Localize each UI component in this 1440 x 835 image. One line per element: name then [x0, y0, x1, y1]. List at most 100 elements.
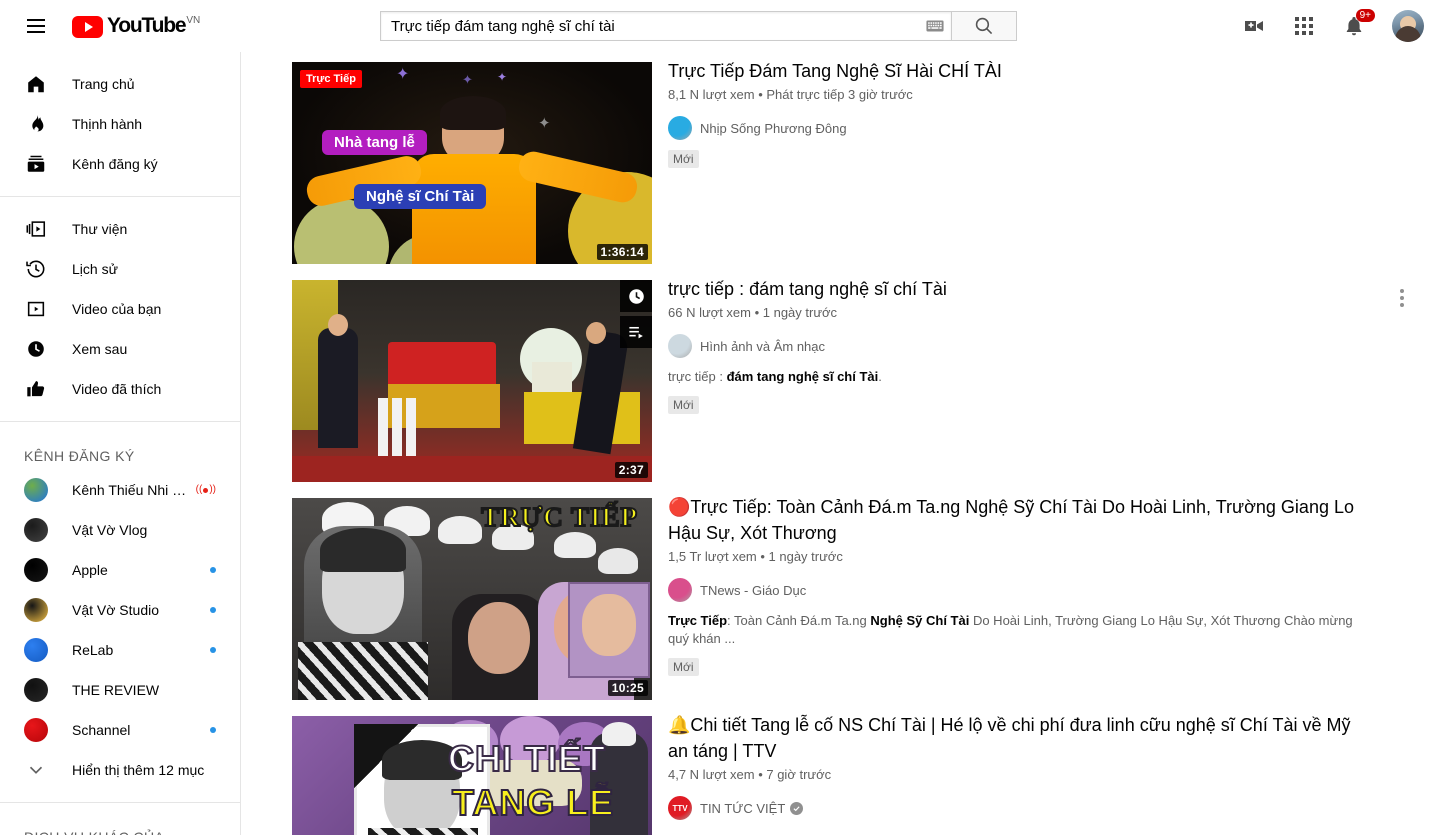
- watch-later-icon: [24, 337, 48, 361]
- notifications-bell-icon[interactable]: 9+: [1342, 9, 1375, 38]
- sidebar-other-section: DỊCH VỤ KHÁC CỦA YOUTUBE: [0, 803, 240, 835]
- video-thumbnail[interactable]: ✦ ✦ ✦ ✦ Trực Tiếp Nhà tang lễ Nghệ sĩ Chí …: [292, 62, 652, 264]
- channel-avatar[interactable]: [668, 334, 692, 358]
- sidebar-subscriptions-section: KÊNH ĐĂNG KÝ Kênh Thiếu Nhi - B... (()) Vậ…: [0, 422, 240, 803]
- sidebar-item-xem-sau[interactable]: Xem sau: [0, 329, 240, 369]
- sidebar-item-label: Trang chủ: [72, 76, 135, 92]
- more-actions-kebab-icon[interactable]: [1390, 286, 1414, 310]
- show-more-label: Hiển thị thêm 12 mục: [72, 762, 205, 778]
- hamburger-menu-icon[interactable]: [16, 6, 56, 46]
- channel-avatar: [24, 638, 48, 662]
- subscription-label: Kênh Thiếu Nhi - B...: [72, 482, 190, 498]
- search-result-item: 2:37 trực tiếp : đám tang nghệ sĩ chí Tài…: [292, 279, 1432, 482]
- search-input[interactable]: [391, 17, 925, 35]
- sidebar-item-l-ch-s[interactable]: Lịch sử: [0, 249, 240, 289]
- channel-avatar[interactable]: TTV: [668, 796, 692, 820]
- video-description: trực tiếp : đám tang nghệ sĩ chí Tài.: [668, 369, 882, 384]
- video-metadata: trực tiếp : đám tang nghệ sĩ chí Tài 66 N…: [652, 279, 1432, 482]
- logo-country-code: VN: [186, 14, 201, 26]
- top-right-icons: 9+: [1242, 0, 1424, 52]
- sidebar-item-label: Thịnh hành: [72, 116, 143, 132]
- search-result-item: CHI TIẾT TANG LỄ 🔔Chi tiết Tang lễ cố NS…: [292, 715, 1432, 835]
- search-area: [380, 11, 1017, 41]
- show-more-subscriptions[interactable]: Hiển thị thêm 12 mục: [0, 750, 240, 790]
- channel-avatar[interactable]: [668, 116, 692, 140]
- new-content-dot: [210, 727, 216, 733]
- sidebar-subscription-k-nh-thi-u-nhi-b[interactable]: Kênh Thiếu Nhi - B... (()): [0, 470, 240, 510]
- video-title[interactable]: Trực Tiếp Đám Tang Nghệ Sĩ Hài CHÍ TÀI: [668, 58, 1372, 84]
- video-duration: 1:36:14: [596, 244, 648, 260]
- sidebar-library-section: Thư viện Lịch sử Video của bạn Xem sau Video…: [0, 197, 240, 422]
- keyboard-icon[interactable]: [925, 19, 945, 33]
- sidebar-item-label: Lịch sử: [72, 261, 118, 277]
- subscription-label: Apple: [72, 562, 108, 578]
- channel-row: Nhịp Sống Phương Đông: [668, 116, 1372, 140]
- add-to-queue-icon[interactable]: [620, 316, 652, 348]
- video-description: Trực Tiếp: Toàn Cảnh Đá.m Ta.ng Nghệ Sỹ …: [668, 613, 1353, 646]
- thumbs-up-icon: [24, 377, 48, 401]
- search-button[interactable]: [952, 11, 1017, 41]
- history-icon: [24, 257, 48, 281]
- sidebar-subscription-apple[interactable]: Apple: [0, 550, 240, 590]
- video-title[interactable]: 🔔Chi tiết Tang lễ cố NS Chí Tài | Hé lộ …: [668, 712, 1372, 764]
- video-title[interactable]: 🔴Trực Tiếp: Toàn Cảnh Đá.m Ta.ng Nghệ Sỹ…: [668, 494, 1372, 546]
- search-results-content: ✦ ✦ ✦ ✦ Trực Tiếp Nhà tang lễ Nghệ sĩ Chí …: [241, 0, 1440, 835]
- video-thumbnail[interactable]: CHI TIẾT TANG LỄ: [292, 716, 652, 835]
- sidebar-subscription-the-review[interactable]: THE REVIEW: [0, 670, 240, 710]
- video-metadata: 🔔Chi tiết Tang lễ cố NS Chí Tài | Hé lộ …: [652, 715, 1432, 835]
- sidebar-item-trang-ch[interactable]: Trang chủ: [0, 64, 240, 104]
- home-icon: [24, 72, 48, 96]
- sidebar-item-label: Video của bạn: [72, 301, 162, 317]
- channel-avatar: [24, 678, 48, 702]
- library-icon: [24, 217, 48, 241]
- sidebar-item-video-th-ch[interactable]: Video đã thích: [0, 369, 240, 409]
- thumbnail-overlay-text: Nhà tang lễ: [322, 130, 427, 155]
- new-content-dot: [210, 567, 216, 573]
- sidebar-subscription-v-t-v-studio[interactable]: Vật Vờ Studio: [0, 590, 240, 630]
- live-badge: Trực Tiếp: [300, 70, 362, 88]
- channel-name[interactable]: TNews - Giáo Dục: [700, 583, 806, 598]
- watch-later-clock-icon[interactable]: [620, 280, 652, 312]
- youtube-logo[interactable]: YouTube VN: [72, 13, 201, 38]
- video-metadata: Trực Tiếp Đám Tang Nghệ Sĩ Hài CHÍ TÀI 8,…: [652, 61, 1432, 264]
- results-list: ✦ ✦ ✦ ✦ Trực Tiếp Nhà tang lễ Nghệ sĩ Chí …: [292, 61, 1432, 835]
- other-services-header: DỊCH VỤ KHÁC CỦA YOUTUBE: [0, 815, 240, 835]
- create-video-icon[interactable]: [1242, 14, 1266, 38]
- sidebar-item-k-nh-ng-k[interactable]: Kênh đăng ký: [0, 144, 240, 184]
- sidebar-subscription-schannel[interactable]: Schannel: [0, 710, 240, 750]
- channel-name[interactable]: Hình ảnh và Âm nhạc: [700, 339, 825, 354]
- channel-name[interactable]: Nhịp Sống Phương Đông: [700, 121, 847, 136]
- channel-name[interactable]: TIN TỨC VIỆT: [700, 801, 785, 816]
- channel-avatar: [24, 478, 48, 502]
- video-stats: 66 N lượt xem • 1 ngày trước: [668, 305, 838, 320]
- channel-row: TNews - Giáo Dục: [668, 578, 1372, 602]
- channel-avatar[interactable]: [668, 578, 692, 602]
- sidebar-item-th-nh-h-nh[interactable]: Thịnh hành: [0, 104, 240, 144]
- sidebar-item-th-vi-n[interactable]: Thư viện: [0, 209, 240, 249]
- video-title[interactable]: trực tiếp : đám tang nghệ sĩ chí Tài: [668, 276, 1372, 302]
- channel-avatar: [24, 718, 48, 742]
- search-result-item: TRỰC TIẾP 10:25 🔴Trực Tiếp: Toàn Cảnh Đá.…: [292, 497, 1432, 700]
- video-stats: 8,1 N lượt xem • Phát trực tiếp 3 giờ tr…: [668, 87, 913, 102]
- channel-row: Hình ảnh và Âm nhạc: [668, 334, 1372, 358]
- youtube-apps-grid-icon[interactable]: [1292, 14, 1316, 38]
- youtube-wordmark: YouTube: [107, 13, 187, 37]
- notification-count-badge: 9+: [1355, 9, 1375, 22]
- subscription-label: ReLab: [72, 642, 114, 658]
- video-thumbnail[interactable]: 2:37: [292, 280, 652, 482]
- sidebar-subscription-relab[interactable]: ReLab: [0, 630, 240, 670]
- sidebar-subscription-v-t-v-vlog[interactable]: Vật Vờ Vlog: [0, 510, 240, 550]
- new-badge: Mới: [668, 150, 699, 168]
- video-thumbnail[interactable]: TRỰC TIẾP 10:25: [292, 498, 652, 700]
- sidebar-item-label: Kênh đăng ký: [72, 156, 158, 172]
- sidebar-item-video-c-a-b-n[interactable]: Video của bạn: [0, 289, 240, 329]
- your-videos-icon: [24, 297, 48, 321]
- video-stats: 4,7 N lượt xem • 7 giờ trước: [668, 767, 832, 782]
- user-avatar[interactable]: [1392, 10, 1424, 42]
- live-broadcast-icon: (()): [195, 484, 216, 495]
- verified-check-icon: [790, 801, 804, 815]
- search-box[interactable]: [380, 11, 952, 41]
- subscriptions-icon: [24, 152, 48, 176]
- channel-avatar: [24, 518, 48, 542]
- subscription-label: Vật Vờ Studio: [72, 602, 160, 618]
